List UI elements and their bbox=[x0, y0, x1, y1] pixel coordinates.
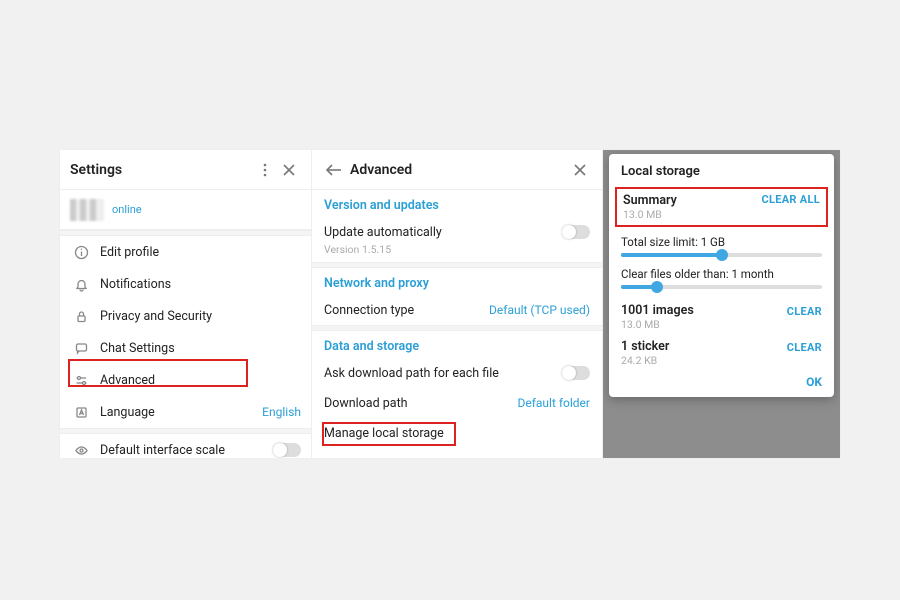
older-than-field: Clear files older than: 1 month bbox=[621, 267, 822, 289]
slider-knob[interactable] bbox=[651, 281, 663, 293]
manage-local-storage-label: Manage local storage bbox=[324, 426, 590, 441]
info-icon bbox=[70, 245, 92, 260]
sidebar-item-label: Notifications bbox=[100, 277, 301, 292]
clear-all-button[interactable]: CLEAR ALL bbox=[761, 193, 820, 206]
ask-download-path-row[interactable]: Ask download path for each file bbox=[312, 358, 602, 388]
sidebar-item-label: Language bbox=[100, 405, 262, 420]
scale-label: Default interface scale bbox=[100, 443, 273, 458]
settings-panel: Settings online Edit profile Notificatio… bbox=[60, 150, 312, 458]
size-limit-slider[interactable] bbox=[621, 253, 822, 257]
eye-icon bbox=[70, 443, 92, 458]
scale-toggle[interactable] bbox=[273, 443, 301, 457]
lock-icon bbox=[70, 309, 92, 324]
summary-label: Summary bbox=[623, 193, 761, 208]
summary-row: Summary 13.0 MB CLEAR ALL bbox=[615, 187, 828, 227]
user-status: online bbox=[112, 203, 142, 216]
section-version-heading: Version and updates bbox=[312, 190, 602, 217]
sidebar-item-label: Edit profile bbox=[100, 245, 301, 260]
advanced-title: Advanced bbox=[350, 162, 568, 178]
close-icon[interactable] bbox=[568, 158, 592, 182]
connection-type-value: Default (TCP used) bbox=[489, 303, 590, 317]
download-path-label: Download path bbox=[324, 396, 517, 411]
older-than-slider[interactable] bbox=[621, 285, 822, 289]
language-icon bbox=[70, 405, 92, 420]
storage-item-size: 13.0 MB bbox=[621, 318, 787, 331]
sidebar-item-notifications[interactable]: Notifications bbox=[60, 268, 311, 300]
more-icon[interactable] bbox=[253, 158, 277, 182]
version-sub: Version 1.5.15 bbox=[312, 243, 602, 262]
local-storage-dialog: Local storage Summary 13.0 MB CLEAR ALL … bbox=[609, 154, 834, 397]
storage-item-size: 24.2 KB bbox=[621, 354, 787, 367]
update-auto-label: Update automatically bbox=[324, 225, 562, 240]
summary-size: 13.0 MB bbox=[623, 208, 761, 221]
local-storage-backdrop: Local storage Summary 13.0 MB CLEAR ALL … bbox=[603, 150, 840, 458]
dialog-title: Local storage bbox=[621, 164, 822, 179]
profile-row[interactable]: online bbox=[60, 190, 311, 230]
advanced-panel: Advanced Version and updates Update auto… bbox=[312, 150, 603, 458]
ok-button[interactable]: OK bbox=[621, 371, 822, 389]
download-path-row[interactable]: Download path Default folder bbox=[312, 388, 602, 418]
sidebar-item-chat-settings[interactable]: Chat Settings bbox=[60, 332, 311, 364]
storage-item-images: 1001 images 13.0 MB CLEAR bbox=[621, 299, 822, 335]
size-limit-label: Total size limit: 1 GB bbox=[621, 235, 822, 249]
clear-button[interactable]: CLEAR bbox=[787, 341, 822, 354]
sidebar-item-advanced[interactable]: Advanced bbox=[60, 364, 311, 396]
language-value: English bbox=[262, 405, 301, 419]
sidebar-item-privacy[interactable]: Privacy and Security bbox=[60, 300, 311, 332]
download-path-value: Default folder bbox=[517, 396, 590, 410]
interface-scale-row[interactable]: Default interface scale bbox=[60, 434, 311, 458]
ask-download-path-toggle[interactable] bbox=[562, 366, 590, 380]
sidebar-item-label: Privacy and Security bbox=[100, 309, 301, 324]
storage-item-label: 1001 images bbox=[621, 303, 787, 318]
slider-knob[interactable] bbox=[716, 249, 728, 261]
manage-local-storage-row[interactable]: Manage local storage bbox=[312, 418, 602, 448]
back-icon[interactable] bbox=[322, 158, 346, 182]
older-than-label: Clear files older than: 1 month bbox=[621, 267, 822, 281]
update-auto-toggle[interactable] bbox=[562, 225, 590, 239]
storage-item-label: 1 sticker bbox=[621, 339, 787, 354]
close-icon[interactable] bbox=[277, 158, 301, 182]
slider-fill bbox=[621, 253, 722, 257]
connection-type-label: Connection type bbox=[324, 303, 489, 318]
sidebar-item-label: Advanced bbox=[100, 373, 301, 388]
ask-download-path-label: Ask download path for each file bbox=[324, 366, 562, 381]
bell-icon bbox=[70, 277, 92, 292]
sidebar-item-label: Chat Settings bbox=[100, 341, 301, 356]
sliders-icon bbox=[70, 373, 92, 388]
connection-type-row[interactable]: Connection type Default (TCP used) bbox=[312, 295, 602, 325]
sidebar-item-language[interactable]: Language English bbox=[60, 396, 311, 428]
settings-title: Settings bbox=[70, 162, 253, 178]
section-network-heading: Network and proxy bbox=[312, 268, 602, 295]
avatar bbox=[70, 199, 104, 221]
section-data-heading: Data and storage bbox=[312, 331, 602, 358]
size-limit-field: Total size limit: 1 GB bbox=[621, 235, 822, 257]
chat-icon bbox=[70, 341, 92, 356]
clear-button[interactable]: CLEAR bbox=[787, 305, 822, 318]
storage-item-stickers: 1 sticker 24.2 KB CLEAR bbox=[621, 335, 822, 371]
sidebar-item-edit-profile[interactable]: Edit profile bbox=[60, 236, 311, 268]
